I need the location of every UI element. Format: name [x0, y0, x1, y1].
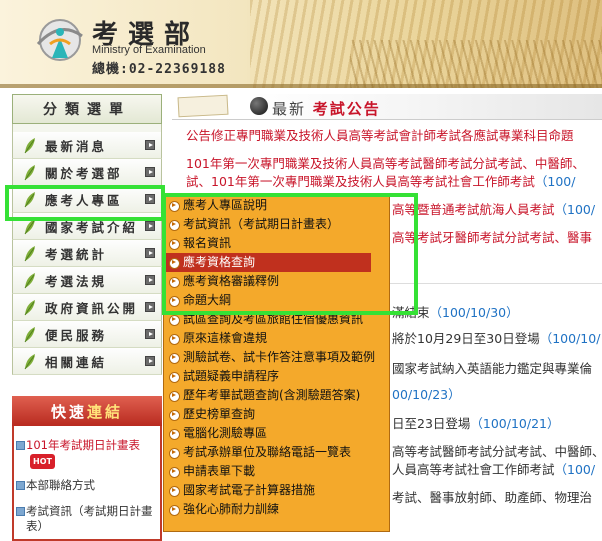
news-item[interactable]: 高等考試牙醫師考試分試考試、醫事 [392, 229, 592, 247]
quick-link-label: 本部聯絡方式 [26, 478, 95, 492]
site-subtitle: Ministry of Examination [92, 44, 206, 56]
menu-item-fitness[interactable]: 強化心肺耐力訓練 [164, 500, 389, 519]
magnifier-ball-icon [250, 97, 268, 115]
news-text: 國家考試納入英語能力鑑定與專業倫 [392, 361, 593, 376]
sidebar-item-services[interactable]: 便民服務 [12, 321, 162, 348]
hot-badge: HOT [30, 454, 55, 469]
switchboard-phone: 總機:02-22369188 [92, 62, 226, 77]
sidebar-item-label: 最新消息 [45, 138, 108, 154]
category-sidebar: 分類選單 最新消息 關於考選部 應考人專區 國家考試介紹 考選統計 考選法規 政… [12, 94, 162, 375]
news-item[interactable]: 高等考試醫師考試分試考試、中醫師、 [392, 443, 602, 461]
leaf-icon [24, 300, 35, 316]
ministry-logo-icon[interactable] [30, 14, 86, 66]
news-text: 公告修正專門職業及技術人員高等考試會計師考試各應試專業科目命題 [186, 128, 574, 143]
news-text: 試、101年第一次專門職業及技術人員高等考試社會工作師考試 [186, 174, 535, 189]
news-date: （100/10/30） [429, 305, 519, 320]
news-item[interactable]: 00/10/23） [392, 386, 461, 404]
sidebar-item-label: 考選統計 [45, 246, 108, 262]
leaf-icon [24, 165, 35, 181]
news-item[interactable]: 公告修正專門職業及技術人員高等考試會計師考試各應試專業科目命題 [186, 127, 602, 145]
sidebar-heading: 分類選單 [12, 94, 162, 124]
news-item[interactable]: 國家考試納入英語能力鑑定與專業倫 [392, 360, 592, 378]
sidebar-item-label: 相關連結 [45, 354, 108, 370]
latest-announcements-title: 最新 考試公告 [272, 98, 381, 119]
menu-item-violations[interactable]: 原來這樣會違規 [164, 329, 389, 348]
leaf-icon [24, 273, 35, 289]
quick-link-contact[interactable]: 本部聯絡方式 [16, 478, 166, 493]
news-text: 101年第一次專門職業及技術人員高等考試醫師考試分試考試、中醫師、 [186, 156, 585, 171]
news-item-continued[interactable]: 人員高等考試社會工作師考試（100/ [392, 461, 595, 479]
arrow-right-icon [145, 167, 155, 177]
arrow-right-icon [145, 140, 155, 150]
news-date: （100/10/ [539, 331, 601, 346]
news-item[interactable]: 考試、醫事放射師、助產師、物理治 [392, 489, 592, 507]
menu-item-question-appeal[interactable]: 試題疑義申請程序 [164, 367, 389, 386]
news-item-continued[interactable]: 試、101年第一次專門職業及技術人員高等考試社會工作師考試（100/ [186, 173, 575, 191]
header-divider [0, 84, 602, 88]
sidebar-item-gov-info[interactable]: 政府資訊公開 [12, 294, 162, 321]
quick-link-exam-schedule[interactable]: 101年考試期日計畫表 HOT [16, 438, 166, 469]
sidebar-item-about[interactable]: 關於考選部 [12, 159, 162, 186]
menu-item-calculator[interactable]: 國家考試電子計算器措施 [164, 481, 389, 500]
menu-item-cbt-zone[interactable]: 電腦化測驗專區 [164, 424, 389, 443]
arrow-right-icon [145, 221, 155, 231]
news-text: 高等考試醫師考試分試考試、中醫師、 [392, 444, 602, 459]
news-text: 高等考試牙醫師考試分試考試、醫事 [392, 230, 593, 245]
quick-links-panel: 快速 連結 101年考試期日計畫表 HOT 本部聯絡方式 考試資訊（考試期日計畫表… [12, 396, 162, 541]
news-date: （100/ [534, 174, 576, 189]
highlight-box-sidebar [5, 185, 165, 221]
news-item[interactable]: 101年第一次專門職業及技術人員高等考試醫師考試分試考試、中醫師、 [186, 155, 602, 173]
news-text: 人員高等考試社會工作師考試 [392, 462, 555, 477]
news-date: （100/ [554, 202, 596, 217]
leaf-icon [24, 327, 35, 343]
arrow-right-icon [145, 329, 155, 339]
news-item[interactable]: 高等暨普通考試航海人員考試（100/ [392, 201, 595, 219]
quick-link-label: 考試資訊（考試期日計畫表） [26, 504, 153, 533]
sidebar-item-label: 政府資訊公開 [45, 300, 139, 316]
quick-links-heading: 快速 連結 [12, 396, 162, 426]
news-date: （100/ [554, 462, 596, 477]
quick-links-heading-a: 快速 [50, 402, 87, 421]
leaf-icon [24, 138, 35, 154]
site-header: 考選部 Ministry of Examination 總機:02-223691… [0, 0, 602, 88]
menu-item-past-results[interactable]: 歷史榜單查詢 [164, 405, 389, 424]
sidebar-item-statistics[interactable]: 考選統計 [12, 240, 162, 267]
quick-links-heading-b: 連結 [87, 402, 124, 421]
menu-item-form-download[interactable]: 申請表單下載 [164, 462, 389, 481]
sidebar-item-latest-news[interactable]: 最新消息 [12, 132, 162, 159]
quick-link-label: 101年考試期日計畫表 [26, 438, 140, 452]
menu-item-answer-notes[interactable]: 測驗試卷、試卡作答注意事項及範例 [164, 348, 389, 367]
news-text: 日至23日登場 [392, 416, 471, 431]
latest-announcements-header: 最新 考試公告 [172, 94, 602, 120]
news-date: （100/10/21） [470, 416, 560, 431]
arrow-right-icon [145, 302, 155, 312]
heading-prefix: 最新 [272, 100, 307, 118]
leaf-icon [24, 246, 35, 262]
notice-paper-icon [177, 94, 229, 118]
menu-item-contact-list[interactable]: 考試承辦單位及聯絡電話一覽表 [164, 443, 389, 462]
news-item[interactable]: 將於10月29日至30日登場（100/10/ [392, 330, 600, 348]
news-text: 考試、醫事放射師、助產師、物理治 [392, 490, 593, 505]
highlight-box-dropdown [162, 193, 418, 315]
sidebar-spacer [12, 124, 162, 132]
sidebar-item-label: 關於考選部 [45, 165, 123, 181]
heading-title: 考試公告 [312, 100, 381, 118]
menu-item-past-papers[interactable]: 歷年考畢試題查詢(含測驗題答案) [164, 386, 389, 405]
news-item[interactable]: 日至23日登場（100/10/21） [392, 415, 560, 433]
quick-link-exam-info[interactable]: 考試資訊（考試期日計畫表） [16, 504, 166, 534]
news-text: 將於10月29日至30日登場 [392, 331, 540, 346]
rice-field-banner-detail [350, 40, 602, 88]
sidebar-item-label: 考選法規 [45, 273, 108, 289]
news-date: 00/10/23） [392, 387, 461, 402]
sidebar-item-label: 便民服務 [45, 327, 108, 343]
sidebar-item-regulations[interactable]: 考選法規 [12, 267, 162, 294]
leaf-icon [24, 354, 35, 370]
sidebar-item-related-links[interactable]: 相關連結 [12, 348, 162, 375]
arrow-right-icon [145, 356, 155, 366]
arrow-right-icon [145, 275, 155, 285]
arrow-right-icon [145, 248, 155, 258]
